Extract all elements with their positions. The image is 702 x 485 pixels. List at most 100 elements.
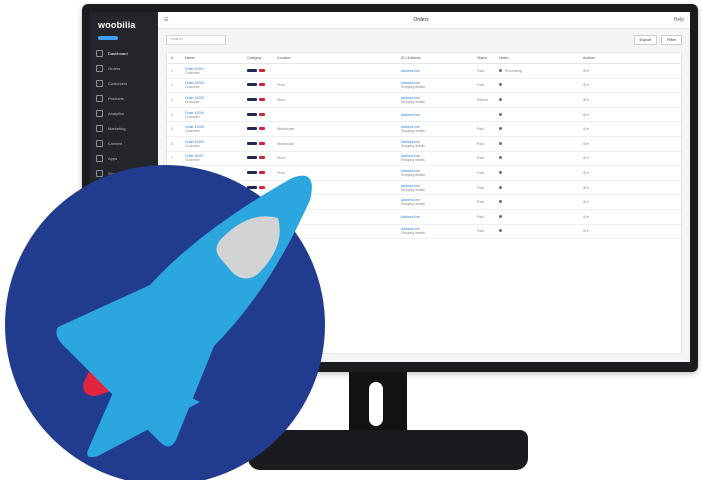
category-tag bbox=[247, 112, 257, 116]
category-tag bbox=[247, 156, 257, 160]
table-row[interactable]: 4 Order #1004 Customer Address line ⚙ ▾ bbox=[167, 108, 681, 123]
category-tag bbox=[247, 141, 257, 145]
row-status: Paid bbox=[477, 170, 484, 175]
nav-icon bbox=[96, 109, 103, 117]
row-actions[interactable]: ⚙ ▾ bbox=[583, 127, 677, 131]
filter-button[interactable]: Filter bbox=[661, 35, 682, 45]
row-actions[interactable]: ⚙ ▾ bbox=[583, 171, 677, 175]
help-link[interactable]: Help bbox=[674, 17, 684, 23]
row-actions[interactable]: ⚙ ▾ bbox=[583, 113, 677, 117]
status-dot-icon bbox=[499, 112, 502, 116]
row-location: Warehouse bbox=[277, 142, 397, 146]
row-actions[interactable]: ⚙ ▾ bbox=[583, 98, 677, 102]
row-address-cell: Address line Shipping details bbox=[401, 154, 473, 162]
row-location-text: Warehouse bbox=[277, 141, 295, 146]
sidebar-item-label: Orders bbox=[108, 65, 121, 71]
row-notes bbox=[499, 97, 579, 102]
row-notes bbox=[499, 229, 579, 233]
row-address-detail: Shipping details bbox=[401, 129, 425, 134]
sidebar-item-5[interactable]: Marketing bbox=[90, 121, 158, 135]
export-button[interactable]: Export bbox=[633, 35, 658, 45]
sidebar-item-4[interactable]: Analytics bbox=[90, 106, 158, 120]
row-actions[interactable]: ⚙ ▾ bbox=[583, 156, 677, 160]
nav-icon bbox=[96, 94, 103, 102]
row-actions[interactable]: ⚙ ▾ bbox=[583, 186, 677, 190]
row-location: Store bbox=[277, 83, 397, 87]
sidebar-item-6[interactable]: Content bbox=[90, 136, 158, 150]
row-category-tags bbox=[247, 68, 273, 73]
row-address-link[interactable]: Address line bbox=[401, 69, 473, 73]
topbar: ☰ Orders Help bbox=[158, 12, 690, 29]
column-header[interactable]: Actions bbox=[583, 56, 677, 60]
status-dot-icon bbox=[499, 83, 502, 87]
row-actions[interactable]: ⚙ ▾ bbox=[583, 215, 677, 219]
column-header[interactable]: # bbox=[171, 56, 181, 60]
search-input[interactable]: Search bbox=[166, 35, 226, 45]
sidebar-item-3[interactable]: Products bbox=[90, 91, 158, 105]
row-name-cell: Order #1001 Customer bbox=[185, 67, 243, 75]
row-notes: Processing bbox=[499, 68, 579, 73]
row-actions[interactable]: ⚙ ▾ bbox=[583, 142, 677, 146]
table-row[interactable]: 2 Order #1002 Customer Store Address line Shi… bbox=[167, 79, 681, 94]
row-status: Refund bbox=[477, 97, 488, 102]
row-number: 5 bbox=[171, 127, 173, 132]
column-header[interactable]: Name bbox=[185, 56, 243, 60]
row-address-detail: Shipping details bbox=[401, 231, 425, 236]
row-address-cell: Address line Shipping details bbox=[401, 125, 473, 133]
row-address-cell: Address line bbox=[401, 69, 473, 73]
row-address-link[interactable]: Address line bbox=[401, 215, 473, 219]
column-header[interactable]: Status bbox=[477, 56, 495, 60]
column-header[interactable]: Notes bbox=[499, 56, 579, 60]
brand-accent-bar bbox=[98, 36, 118, 40]
row-location-text: Warehouse bbox=[277, 127, 295, 132]
rocket-badge bbox=[5, 165, 325, 480]
row-number: 4 bbox=[171, 112, 173, 117]
row-address-detail: Shipping details bbox=[401, 99, 425, 104]
category-tag-alert bbox=[259, 127, 265, 131]
row-actions[interactable]: ⚙ ▾ bbox=[583, 69, 677, 73]
status-dot-icon bbox=[499, 229, 502, 233]
row-number: 1 bbox=[171, 68, 173, 73]
sidebar-item-0[interactable]: Dashboard bbox=[90, 46, 158, 60]
sidebar-item-label: Content bbox=[108, 140, 123, 146]
row-actions[interactable]: ⚙ ▾ bbox=[583, 83, 677, 87]
sidebar-item-2[interactable]: Customers bbox=[90, 76, 158, 90]
table-row[interactable]: 3 Order #1003 Customer Store Address line Shi… bbox=[167, 93, 681, 108]
row-name-cell: Order #1003 Customer bbox=[185, 96, 243, 104]
status-dot-icon bbox=[499, 156, 502, 160]
row-address-detail: Shipping details bbox=[401, 158, 425, 163]
column-header[interactable]: ID / Address bbox=[401, 56, 473, 60]
row-notes bbox=[499, 170, 579, 175]
category-tag-alert bbox=[259, 141, 265, 145]
row-notes bbox=[499, 156, 579, 160]
menu-icon[interactable]: ☰ bbox=[164, 17, 168, 23]
nav-icon bbox=[96, 124, 103, 132]
nav-icon bbox=[96, 64, 103, 72]
page-title: Orders bbox=[413, 17, 429, 23]
row-category-tags bbox=[247, 112, 273, 117]
row-address-cell: Address line Shipping details bbox=[401, 96, 473, 104]
row-name-sub: Customer bbox=[185, 114, 200, 119]
nav-icon bbox=[96, 139, 103, 147]
row-actions[interactable]: ⚙ ▾ bbox=[583, 200, 677, 204]
category-tag bbox=[247, 68, 257, 72]
table-row[interactable]: 5 Order #1005 Customer Warehouse Address lin… bbox=[167, 122, 681, 137]
status-dot-icon bbox=[499, 200, 502, 204]
sidebar-item-1[interactable]: Orders bbox=[90, 61, 158, 75]
category-tag-alert bbox=[259, 112, 265, 116]
status-dot-icon bbox=[499, 214, 502, 218]
column-header[interactable]: Location bbox=[277, 56, 397, 60]
row-status: Paid bbox=[477, 83, 484, 88]
row-status: Paid bbox=[477, 127, 484, 132]
table-row[interactable]: 6 Order #1006 Customer Warehouse Address lin… bbox=[167, 137, 681, 152]
row-address-link[interactable]: Address line bbox=[401, 113, 473, 117]
row-address-detail: Shipping details bbox=[401, 202, 425, 207]
row-status: Paid bbox=[477, 185, 484, 190]
column-header[interactable]: Category bbox=[247, 56, 273, 60]
sidebar-item-label: Customers bbox=[108, 80, 128, 86]
row-actions[interactable]: ⚙ ▾ bbox=[583, 229, 677, 233]
category-tag-alert bbox=[259, 97, 265, 101]
table-row[interactable]: 1 Order #1001 Customer Address line Paid Proc… bbox=[167, 64, 681, 79]
row-number: 3 bbox=[171, 97, 173, 102]
row-location-text: Store bbox=[277, 83, 286, 88]
